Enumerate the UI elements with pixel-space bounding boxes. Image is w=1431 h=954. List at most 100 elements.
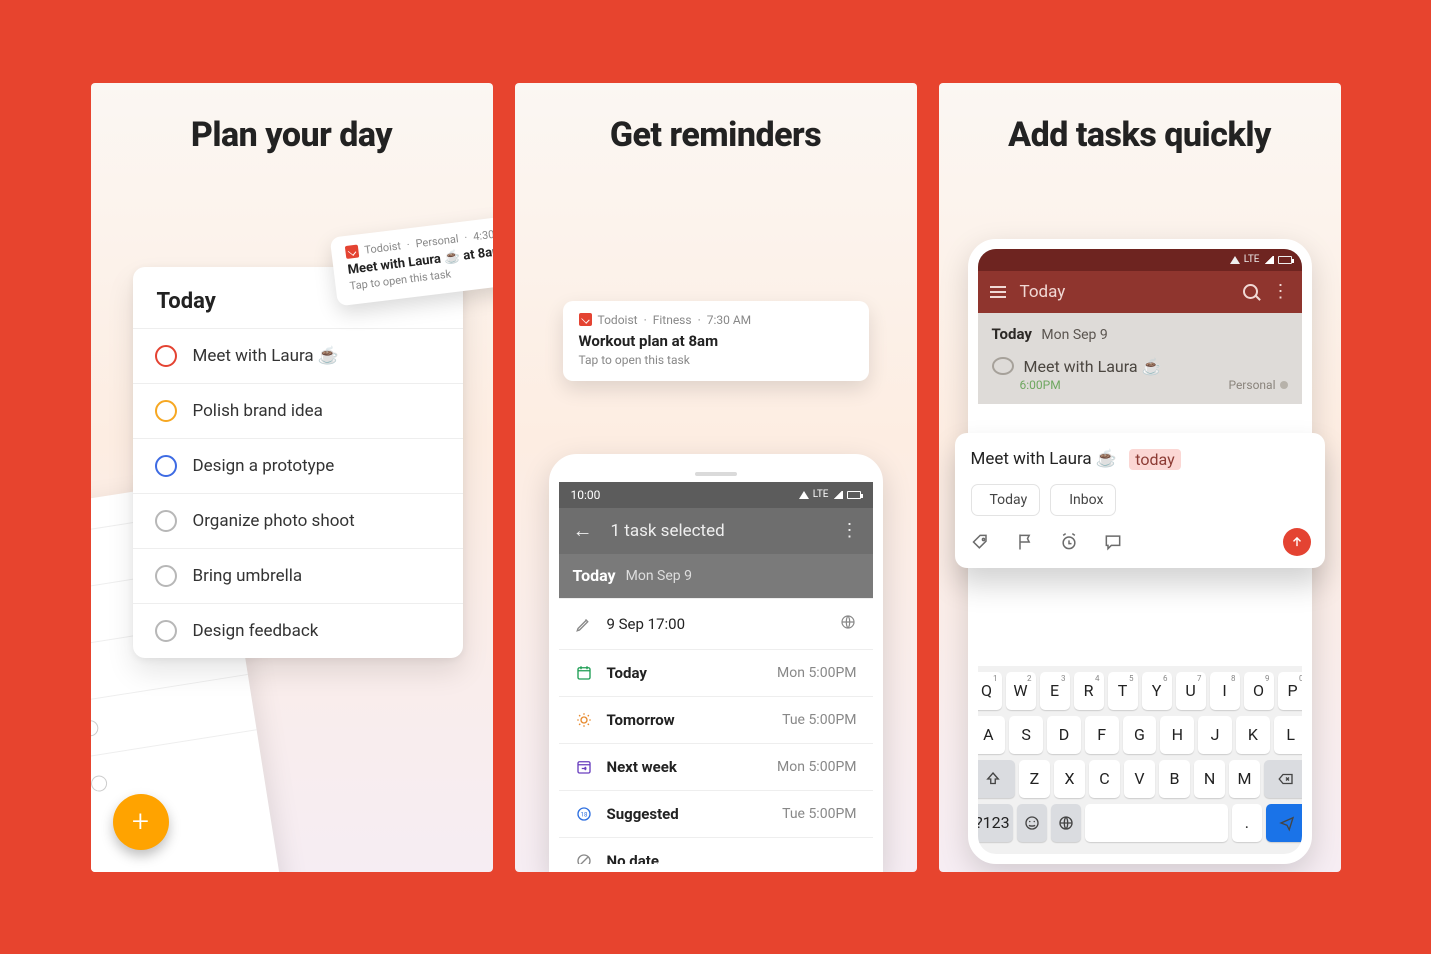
space-key[interactable] <box>1085 804 1228 842</box>
notif-subtitle: Tap to open this task <box>579 353 853 367</box>
key[interactable]: H <box>1160 716 1194 754</box>
task-row[interactable]: Meet with Laura ☕ <box>133 328 463 383</box>
key[interactable]: E3 <box>1040 672 1070 710</box>
schedule-time: 9 Sep 17:00 <box>607 615 686 633</box>
key[interactable]: I8 <box>1210 672 1240 710</box>
overflow-menu-icon[interactable] <box>841 520 859 541</box>
notif-app: Todoist <box>363 239 401 256</box>
signal-icon <box>1264 256 1274 264</box>
shift-key[interactable] <box>972 760 1015 798</box>
key[interactable]: L <box>1274 716 1308 754</box>
task-row[interactable]: Bring umbrella <box>133 548 463 603</box>
backspace-key[interactable] <box>1264 760 1307 798</box>
add-task-fab[interactable]: + <box>113 794 169 850</box>
task-row[interactable]: Design a prototype <box>133 438 463 493</box>
key[interactable]: M <box>1229 760 1260 798</box>
key[interactable]: O9 <box>1244 672 1274 710</box>
task-row[interactable]: Organize photo shoot <box>133 493 463 548</box>
schedule-option-today[interactable]: Today Mon 5:00PM <box>559 649 873 696</box>
key[interactable]: F <box>1085 716 1119 754</box>
key[interactable]: R4 <box>1074 672 1104 710</box>
task-label: Bring umbrella <box>193 566 303 586</box>
overflow-menu-icon[interactable] <box>1272 281 1290 302</box>
task-label: Polish brand idea <box>193 401 323 421</box>
key[interactable]: Q1 <box>972 672 1002 710</box>
menu-icon[interactable] <box>990 286 1006 298</box>
panel-plan-your-day: Plan your day ⋮ Today Meet with Laura ☕ … <box>91 83 493 872</box>
option-label: No date <box>607 852 659 870</box>
schedule-option-no-date[interactable]: No date <box>559 837 873 872</box>
key[interactable]: C <box>1089 760 1120 798</box>
priority-circle-icon[interactable] <box>992 357 1014 375</box>
phone-mockup: 10:00 LTE 1 task selected Today Mon Sep … <box>549 454 883 872</box>
key[interactable]: A <box>971 716 1005 754</box>
push-notification[interactable]: Todoist · Fitness · 7:30 AM Workout plan… <box>563 301 869 381</box>
key[interactable]: W2 <box>1006 672 1036 710</box>
language-key[interactable] <box>1051 804 1081 842</box>
key[interactable]: B <box>1159 760 1190 798</box>
key[interactable]: J <box>1198 716 1232 754</box>
key[interactable]: D <box>1047 716 1081 754</box>
task-label: Organize photo shoot <box>193 511 355 531</box>
date-token[interactable]: today <box>1129 449 1180 470</box>
submit-task-button[interactable] <box>1283 528 1311 556</box>
key[interactable]: Y6 <box>1142 672 1172 710</box>
key[interactable]: P0 <box>1278 672 1308 710</box>
priority-circle-icon[interactable] <box>155 620 177 642</box>
notif-time: 7:30 AM <box>707 313 751 327</box>
drag-handle-icon[interactable] <box>695 472 737 476</box>
soft-keyboard[interactable]: Q1W2E3R4T5Y6U7I8O9P0 ASDFGHJKL ZXCVBNM ?… <box>968 666 1312 854</box>
task-label: Meet with Laura ☕ <box>193 346 340 366</box>
schedule-option-tomorrow[interactable]: Tomorrow Tue 5:00PM <box>559 696 873 743</box>
push-notification[interactable]: Todoist · Personal · 4:30 AM Meet with L… <box>329 208 492 306</box>
priority-flag-icon[interactable] <box>1015 532 1035 556</box>
globe-icon[interactable] <box>839 613 857 631</box>
chip-label: Inbox <box>1069 492 1103 508</box>
reminder-clock-icon[interactable] <box>1059 532 1079 556</box>
task-time: 6:00PM <box>1020 378 1061 392</box>
schedule-edit-row[interactable]: 9 Sep 17:00 <box>559 598 873 649</box>
wifi-icon <box>799 491 809 499</box>
sun-icon <box>575 711 593 729</box>
priority-circle-icon[interactable] <box>155 455 177 477</box>
task-row[interactable]: Meet with Laura ☕ 6:00PM Personal <box>978 347 1302 404</box>
key[interactable]: T5 <box>1108 672 1138 710</box>
search-icon[interactable] <box>1243 284 1258 299</box>
schedule-chip[interactable]: Today <box>971 484 1041 516</box>
project-color-dot-icon <box>1280 381 1288 389</box>
day-bold: Today <box>992 325 1032 343</box>
enter-key[interactable] <box>1266 804 1308 842</box>
project-chip[interactable]: Inbox <box>1050 484 1116 516</box>
period-key[interactable]: . <box>1232 804 1262 842</box>
key[interactable]: U7 <box>1176 672 1206 710</box>
plus-icon: + <box>132 804 149 839</box>
task-input[interactable]: Meet with Laura ☕ today <box>971 449 1309 470</box>
label-icon[interactable] <box>971 532 991 556</box>
key[interactable]: S <box>1009 716 1043 754</box>
schedule-option-suggested[interactable]: 18 Suggested Tue 5:00PM <box>559 790 873 837</box>
todoist-app-icon <box>579 313 592 326</box>
day-header: Today Mon Sep 9 <box>559 554 873 598</box>
key[interactable]: V <box>1124 760 1155 798</box>
priority-circle-icon[interactable] <box>155 400 177 422</box>
key[interactable]: X <box>1054 760 1085 798</box>
task-row[interactable]: Polish brand idea <box>133 383 463 438</box>
status-bar: LTE <box>978 249 1302 271</box>
key[interactable]: Z <box>1019 760 1050 798</box>
schedule-option-next-week[interactable]: Next week Mon 5:00PM <box>559 743 873 790</box>
key[interactable]: G <box>1123 716 1157 754</box>
priority-circle-icon[interactable] <box>155 345 177 367</box>
priority-circle-icon[interactable] <box>155 565 177 587</box>
back-icon[interactable] <box>573 518 593 543</box>
day-bold: Today <box>573 566 616 585</box>
comment-icon[interactable] <box>1103 532 1123 556</box>
no-date-icon <box>575 852 593 870</box>
notif-category: Personal <box>414 232 458 250</box>
key[interactable]: K <box>1236 716 1270 754</box>
suggested-icon: 18 <box>575 805 593 823</box>
symbols-key[interactable]: ?123 <box>972 804 1014 842</box>
task-row[interactable]: Design feedback <box>133 603 463 658</box>
key[interactable]: N <box>1194 760 1225 798</box>
priority-circle-icon[interactable] <box>155 510 177 532</box>
emoji-key[interactable] <box>1017 804 1047 842</box>
